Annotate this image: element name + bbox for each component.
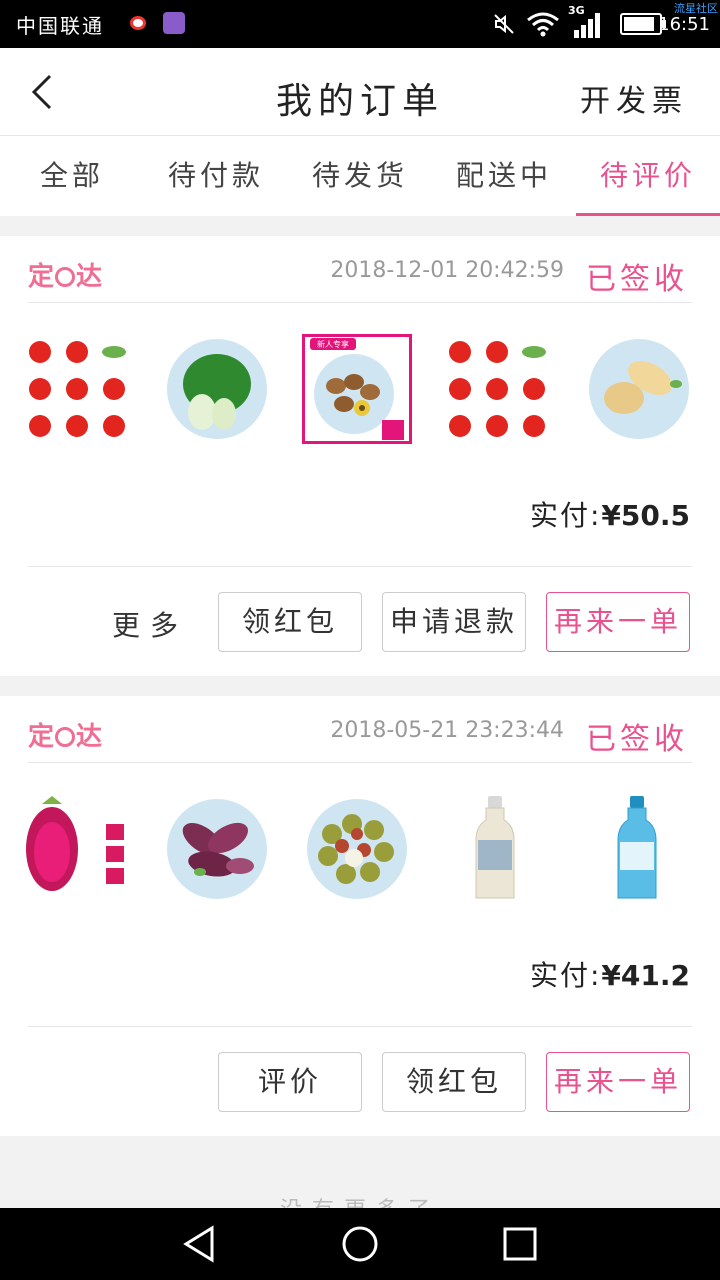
bok-choy-thumb [167, 339, 267, 439]
review-button[interactable]: 评价 [218, 1052, 362, 1112]
brand-logo: 定达 [28, 256, 102, 293]
order-total: 实付:¥50.5 [530, 494, 690, 534]
invoice-button[interactable]: 开发票 [580, 76, 688, 120]
cherry-tomatoes-thumb [449, 341, 546, 437]
clock-icon [55, 727, 76, 747]
kiwi-thumb: 新人专享 [302, 334, 412, 444]
reorder-button[interactable]: 再来一单 [546, 1052, 690, 1112]
order-status: 已签收 [586, 262, 688, 297]
product-thumbnails[interactable] [0, 794, 720, 914]
signal-icon [574, 13, 600, 38]
nav-recents-icon[interactable] [500, 1224, 540, 1264]
cherry-tomatoes-thumb [29, 341, 126, 437]
more-button[interactable]: 更多 [112, 604, 188, 644]
red-packet-button[interactable]: 领红包 [382, 1052, 526, 1112]
divider [28, 1026, 692, 1027]
wifi-icon [527, 12, 559, 37]
total-label: 实付: [529, 959, 602, 992]
lychee-thumb [307, 799, 407, 899]
order-card[interactable]: 定达 2018-05-21 23:23:44 已签收 实付:¥41.2 评价 领… [0, 696, 720, 1136]
potatoes-thumb [589, 339, 689, 439]
app-header: 我的订单 开发票 [0, 48, 720, 136]
clock: 16:51 [658, 14, 710, 35]
bottled-drink-thumb [475, 796, 515, 899]
brand-label: 定达 [28, 722, 103, 752]
divider [28, 762, 692, 763]
purple-sweet-potato-thumb [167, 799, 267, 899]
system-nav-bar [0, 1208, 720, 1280]
nav-home-icon[interactable] [340, 1224, 380, 1264]
order-datetime: 2018-12-01 20:42:59 [330, 258, 564, 283]
tab-pending-shipment[interactable]: 待发货 [288, 136, 432, 216]
brand-logo: 定达 [28, 716, 102, 753]
carrier-label: 中国联通 [16, 14, 104, 38]
gallery-app-icon [163, 12, 185, 34]
order-card[interactable]: 定达 2018-12-01 20:42:59 已签收 新人专享 实付:¥50.5… [0, 236, 720, 676]
clock-icon [55, 267, 76, 287]
tab-delivering[interactable]: 配送中 [432, 136, 576, 216]
status-bar: 中国联通 3G 流星社区 16:51 [0, 0, 720, 48]
order-total: 实付:¥41.2 [530, 954, 690, 994]
notification-icon [130, 16, 146, 30]
new-user-badge: 新人专享 [317, 339, 349, 349]
order-actions: 评价 领红包 再来一单 [0, 1050, 720, 1114]
red-packet-button[interactable]: 领红包 [218, 592, 362, 652]
order-status: 已签收 [586, 722, 688, 757]
order-datetime: 2018-05-21 23:23:44 [330, 718, 564, 743]
bottled-drink-blue-thumb [617, 796, 657, 899]
total-amount: ¥50.5 [601, 499, 690, 532]
dragon-fruit-thumb [26, 796, 124, 891]
tab-pending-payment[interactable]: 待付款 [144, 136, 288, 216]
brand-label: 定达 [28, 262, 103, 292]
battery-icon [620, 13, 666, 35]
divider [28, 302, 692, 303]
nav-back-icon[interactable] [180, 1224, 220, 1264]
tab-all[interactable]: 全部 [0, 136, 144, 216]
total-label: 实付: [529, 499, 602, 532]
divider [28, 566, 692, 567]
tab-pending-review[interactable]: 待评价 [576, 136, 720, 216]
total-amount: ¥41.2 [601, 959, 690, 992]
reorder-button[interactable]: 再来一单 [546, 592, 690, 652]
product-thumbnails[interactable]: 新人专享 [0, 334, 720, 454]
order-actions: 更多 领红包 申请退款 再来一单 [0, 590, 720, 654]
order-tabs: 全部 待付款 待发货 配送中 待评价 [0, 136, 720, 216]
refund-button[interactable]: 申请退款 [382, 592, 526, 652]
mute-icon [494, 14, 514, 34]
